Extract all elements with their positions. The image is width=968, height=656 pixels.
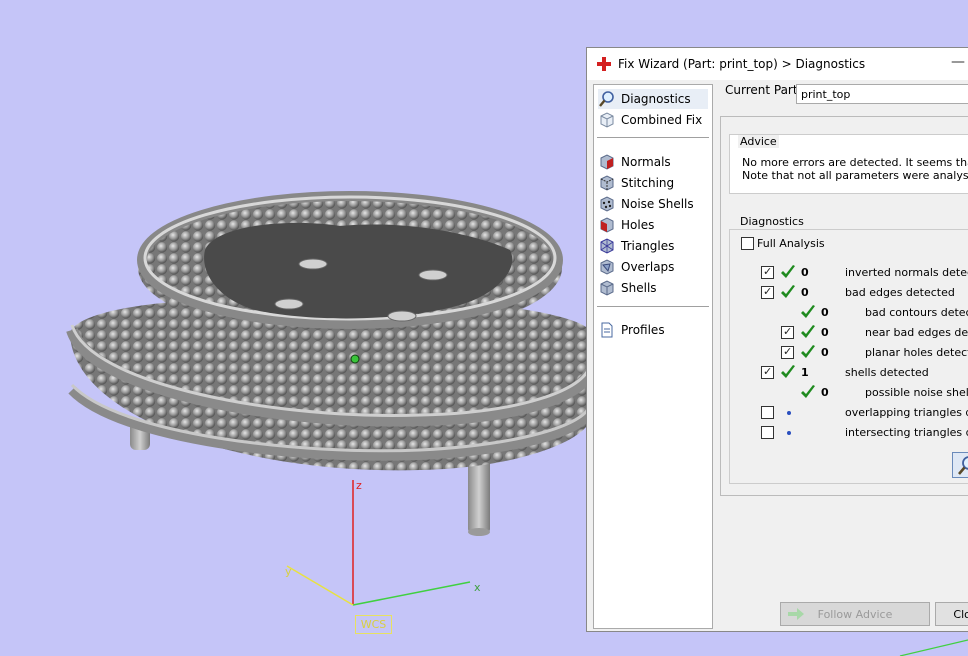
z-axis-label: z: [356, 479, 362, 492]
close-button-label: Clos: [953, 607, 968, 621]
arrow-right-icon: [788, 608, 804, 620]
diagnostic-checkbox[interactable]: [761, 365, 774, 379]
magnifier-icon: [958, 456, 968, 475]
y-axis-label: y: [285, 565, 292, 578]
nav-item-label: Shells: [621, 281, 657, 295]
diagnostic-checkbox[interactable]: [781, 345, 794, 359]
analyze-button[interactable]: [952, 452, 968, 478]
follow-advice-button[interactable]: Follow Advice: [780, 602, 930, 626]
fix-wizard-dialog: Fix Wizard (Part: print_top) > Diagnosti…: [586, 47, 968, 632]
nav-item-combined-fix[interactable]: Combined Fix: [598, 110, 708, 130]
ok-check-icon: [781, 265, 795, 278]
y-axis: [286, 565, 354, 606]
full-analysis-label: Full Analysis: [757, 237, 825, 250]
holes-cube-icon: [600, 217, 614, 233]
diagnostics-legend: Diagnostics: [738, 215, 806, 228]
nav-item-stitching[interactable]: Stitching: [598, 173, 708, 193]
close-button[interactable]: Clos: [935, 602, 968, 626]
diagnostic-checkbox[interactable]: [761, 426, 774, 439]
pending-dot-icon: [787, 411, 791, 415]
nav-item-label: Holes: [621, 218, 655, 232]
ok-check-icon: [801, 325, 815, 338]
diagnostic-label: planar holes detected: [865, 346, 968, 359]
advice-text: No more errors are detected. It seems th…: [742, 156, 968, 182]
nav-item-overlaps[interactable]: Overlaps: [598, 257, 708, 277]
diagnostic-count: 0: [821, 346, 829, 359]
ok-check-icon: [801, 385, 815, 398]
nav-item-label: Overlaps: [621, 260, 675, 274]
overlaps-cube-icon: [600, 259, 614, 275]
diagnostic-count: 0: [801, 266, 809, 279]
nav-item-holes[interactable]: Holes: [598, 215, 708, 235]
diagnostic-label: bad edges detected: [845, 286, 955, 299]
ok-check-icon: [801, 345, 815, 358]
current-part-field[interactable]: print_top: [796, 84, 968, 104]
diagnostic-checkbox[interactable]: [761, 406, 774, 419]
triangles-cube-icon: [600, 238, 614, 254]
diagnostic-label: near bad edges detec: [865, 326, 968, 339]
ok-check-icon: [781, 365, 795, 378]
dialog-titlebar[interactable]: Fix Wizard (Part: print_top) > Diagnosti…: [587, 48, 968, 80]
diagnostic-checkbox[interactable]: [761, 285, 774, 299]
cube-outline-icon: [600, 112, 614, 128]
diagnostic-label: possible noise shells d: [865, 386, 968, 399]
diagnostic-label: bad contours detecte: [865, 306, 968, 319]
nav-separator: [597, 306, 709, 307]
diagnostic-count: 1: [801, 366, 809, 379]
advice-line: Note that not all parameters were analys…: [742, 169, 968, 182]
nav-item-label: Stitching: [621, 176, 675, 190]
normals-cube-icon: [600, 154, 614, 170]
nav-item-triangles[interactable]: Triangles: [598, 236, 708, 256]
diagnostic-label: inverted normals detected: [845, 266, 968, 279]
follow-advice-label: Follow Advice: [817, 607, 893, 621]
nav-item-label: Triangles: [621, 239, 675, 253]
advice-line: No more errors are detected. It seems th…: [742, 156, 968, 169]
wcs-label: WCS: [355, 615, 392, 634]
diagnostic-count: 0: [821, 326, 829, 339]
nav-item-label: Normals: [621, 155, 671, 169]
nav-item-noise-shells[interactable]: Noise Shells: [598, 194, 708, 214]
document-icon: [601, 322, 613, 338]
dialog-title: Fix Wizard (Part: print_top) > Diagnosti…: [618, 57, 866, 71]
nav-item-normals[interactable]: Normals: [598, 152, 708, 172]
red-cross-icon: [597, 57, 611, 71]
wizard-nav-panel: Diagnostics Combined Fix Normals Stitchi…: [593, 84, 713, 629]
diagnostic-label: intersecting triangles dete: [845, 426, 968, 439]
shells-cube-icon: [600, 280, 614, 296]
diagnostic-label: overlapping triangles dete: [845, 406, 968, 419]
nav-item-label: Combined Fix: [621, 113, 703, 127]
stitching-cube-icon: [600, 175, 614, 191]
advice-legend: Advice: [738, 135, 779, 148]
close-icon[interactable]: —: [951, 54, 965, 70]
diagnostic-label: shells detected: [845, 366, 929, 379]
magnifier-icon: [599, 91, 614, 107]
ok-check-icon: [801, 305, 815, 318]
diagnostic-checkbox[interactable]: [781, 325, 794, 339]
nav-item-label: Profiles: [621, 323, 665, 337]
nav-separator: [597, 137, 709, 138]
diagnostic-count: 0: [821, 306, 829, 319]
diagnostic-count: 0: [821, 386, 829, 399]
nav-item-shells[interactable]: Shells: [598, 278, 708, 298]
pending-dot-icon: [787, 431, 791, 435]
leg-right: [468, 455, 490, 533]
x-axis: [352, 581, 471, 606]
diagnostic-checkbox[interactable]: [761, 265, 774, 279]
current-part-label: Current Part:: [725, 83, 802, 97]
diagnostic-count: 0: [801, 286, 809, 299]
nav-item-profiles[interactable]: Profiles: [598, 320, 708, 340]
noise-shells-icon: [600, 196, 614, 212]
nav-item-label: Diagnostics: [621, 92, 691, 106]
x-axis-label: x: [474, 581, 481, 594]
ok-check-icon: [781, 285, 795, 298]
full-analysis-checkbox[interactable]: [741, 237, 754, 250]
nav-item-label: Noise Shells: [621, 197, 694, 211]
nav-item-diagnostics[interactable]: Diagnostics: [598, 89, 708, 109]
